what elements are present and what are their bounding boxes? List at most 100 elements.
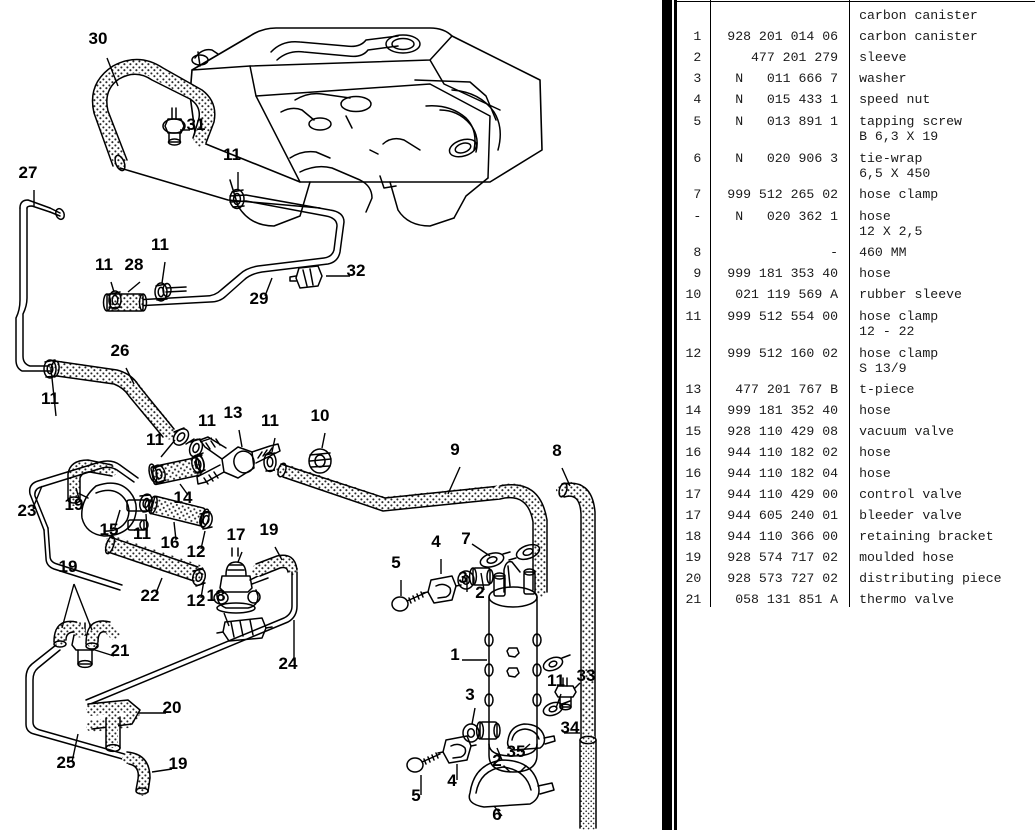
- description-line-1: hose: [859, 403, 891, 418]
- parts-list-panel: Pos Part Number Descript carbon canister…: [660, 0, 1035, 830]
- cell-description: speed nut: [850, 86, 1035, 107]
- cell-part-number: 999 512 265 02: [710, 181, 851, 202]
- description-line-1: vacuum valve: [859, 424, 955, 439]
- cell-part-number: 944 110 182 02: [710, 439, 851, 460]
- callout-19: 19: [169, 754, 188, 773]
- table-row: 11 999 512 554 00 hose clamp 12 - 22: [677, 302, 1035, 339]
- cell-part-number: 928 573 727 02: [710, 565, 851, 586]
- callout-29: 29: [250, 289, 269, 308]
- callout-4: 4: [447, 771, 457, 790]
- cell-description: tapping screw B 6,3 X 19: [850, 107, 1035, 144]
- cell-description: retaining bracket: [850, 523, 1035, 544]
- cell-pos: 5: [677, 107, 712, 144]
- callout-3: 3: [465, 685, 474, 704]
- callout-26: 26: [111, 341, 130, 360]
- description-line-1: hose: [859, 466, 891, 481]
- parts-table: Pos Part Number Descript carbon canister…: [677, 0, 1035, 607]
- description-line-1: bleeder valve: [859, 508, 962, 523]
- description-line-2: 12 - 22: [859, 324, 915, 339]
- description-line-1: speed nut: [859, 92, 931, 107]
- description-line-1: hose: [859, 266, 891, 281]
- table-row: 17 944 605 240 01 bleeder valve: [677, 502, 1035, 523]
- cell-pos: 17: [677, 481, 712, 502]
- cell-description: vacuum valve: [850, 418, 1035, 439]
- cell-pos: 4: [677, 86, 712, 107]
- description-line-1: hose clamp: [859, 346, 939, 361]
- cell-description: hose: [850, 439, 1035, 460]
- callout-9: 9: [450, 440, 459, 459]
- callout-32: 32: [347, 261, 366, 280]
- table-row: 16 944 110 182 02 hose: [677, 439, 1035, 460]
- callout-17: 17: [227, 525, 246, 544]
- page-gutter-bar: [662, 0, 672, 830]
- callout-2: 2: [492, 751, 501, 770]
- callout-19: 19: [59, 557, 78, 576]
- table-row: 7 999 512 265 02 hose clamp: [677, 181, 1035, 202]
- callout-23: 23: [18, 501, 37, 520]
- callout-18: 18: [207, 586, 226, 605]
- callout-11: 11: [198, 411, 216, 430]
- callout-15: 15: [100, 520, 119, 539]
- callout-35: 35: [507, 742, 526, 761]
- diagram-svg: 3031112711 28113229261111 13 11 10119 81423 19…: [15, 27, 597, 830]
- cell-description: t-piece: [850, 376, 1035, 397]
- cell-part-number: [710, 1, 851, 23]
- description-line-1: tapping screw: [859, 114, 962, 129]
- table-row: 1 928 201 014 06 carbon canister: [677, 23, 1035, 44]
- cell-pos: 13: [677, 376, 712, 397]
- description-line-1: 460 MM: [859, 245, 907, 260]
- cell-description: carbon canister: [850, 23, 1035, 44]
- cell-description: hose: [850, 260, 1035, 281]
- table-row: 9 999 181 353 40 hose: [677, 260, 1035, 281]
- callout-24: 24: [279, 654, 298, 673]
- cell-pos: 8: [677, 239, 712, 260]
- callout-7: 7: [461, 529, 470, 548]
- valve-31: [162, 107, 186, 146]
- description-line-1: hose clamp: [859, 309, 939, 324]
- description-line-1: thermo valve: [859, 592, 955, 607]
- description-line-1: tie-wrap: [859, 151, 923, 166]
- table-row: 19 928 574 717 02 moulded hose: [677, 544, 1035, 565]
- callout-11: 11: [41, 389, 59, 408]
- cell-pos: [677, 1, 712, 23]
- cell-description: sleeve: [850, 44, 1035, 65]
- retaining-bracket-18: [216, 617, 273, 642]
- clamp-12-hose16: [199, 510, 213, 530]
- cell-part-number: 944 110 429 00: [710, 481, 851, 502]
- moulded-hose-19e: [122, 751, 151, 796]
- cell-part-number: N 015 433 1: [710, 86, 851, 107]
- callout-19: 19: [260, 520, 279, 539]
- callout-11: 11: [146, 430, 164, 449]
- table-row: 12 999 512 160 02 hose clamp S 13/9: [677, 339, 1035, 376]
- cell-pos: 14: [677, 397, 712, 418]
- callout-4: 4: [431, 532, 441, 551]
- description-line-1: hose clamp: [859, 187, 939, 202]
- clamp-11-canister-lower: [542, 700, 571, 717]
- table-row: 6N 020 906 3 tie-wrap 6,5 X 450: [677, 144, 1035, 181]
- cell-description: moulded hose: [850, 544, 1035, 565]
- cell-pos: 6: [677, 144, 712, 181]
- cell-pos: 20: [677, 565, 712, 586]
- callout-28: 28: [125, 255, 144, 274]
- table-row: 5N 013 891 1 tapping screw B 6,3 X 19: [677, 107, 1035, 144]
- cell-part-number: 999 181 352 40: [710, 397, 851, 418]
- table-row: 13 477 201 767 B t-piece: [677, 376, 1035, 397]
- cell-part-number: N 020 906 3: [710, 144, 851, 181]
- description-line-1: carbon canister: [859, 29, 978, 44]
- callout-2: 2: [475, 583, 484, 602]
- description-line-1: retaining bracket: [859, 529, 994, 544]
- callout-34: 34: [561, 718, 580, 737]
- callout-12: 12: [187, 542, 206, 561]
- cell-description: 460 MM: [850, 239, 1035, 260]
- callout-22: 22: [141, 586, 160, 605]
- callout-33: 33: [577, 666, 596, 685]
- cell-pos: 18: [677, 523, 712, 544]
- callout-11: 11: [133, 524, 151, 543]
- speed-nut-4-lower: [437, 735, 477, 764]
- table-row: 17 944 110 429 00 control valve: [677, 481, 1035, 502]
- description-line-1: control valve: [859, 487, 962, 502]
- cell-part-number: 999 512 554 00: [710, 302, 851, 339]
- cell-pos: 11: [677, 302, 712, 339]
- callout-6: 6: [492, 805, 501, 824]
- parts-table-body: carbon canister 1 928 201 014 06 carbon can…: [677, 1, 1035, 607]
